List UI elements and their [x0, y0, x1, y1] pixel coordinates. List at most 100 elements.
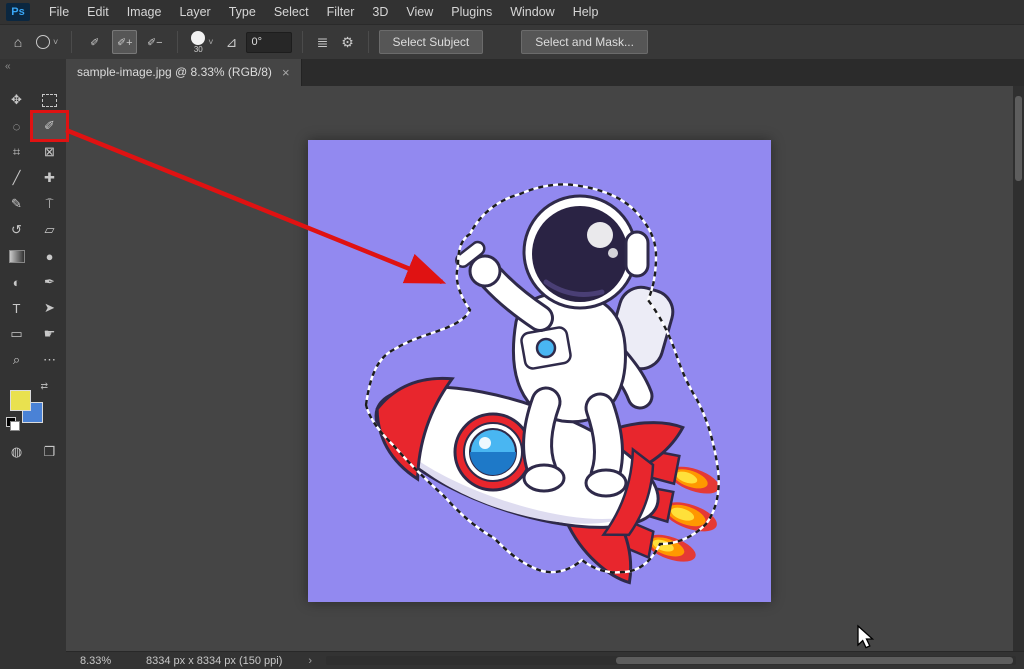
horizontal-scrollbar[interactable]	[326, 656, 1016, 665]
menu-window[interactable]: Window	[501, 0, 563, 24]
eyedropper-icon: ╱	[13, 170, 21, 186]
sample-all-layers-icon[interactable]: ≣	[313, 34, 333, 51]
tool-blur[interactable]: ●	[33, 243, 66, 269]
photoshop-logo: Ps	[6, 3, 30, 21]
select-subject-button[interactable]: Select Subject	[379, 30, 484, 54]
status-chevron-icon[interactable]: ›	[308, 655, 312, 667]
tool-quick-mask[interactable]: ◍	[0, 439, 33, 465]
brush-angle-control: ⊿ 0°	[222, 32, 292, 53]
vertical-scrollbar-thumb[interactable]	[1015, 96, 1022, 181]
tool-preset-picker[interactable]: ˅	[33, 33, 61, 51]
foreground-color-swatch[interactable]	[10, 390, 31, 411]
marquee-icon	[42, 94, 57, 107]
horizontal-scrollbar-thumb[interactable]	[616, 657, 1013, 664]
menu-type[interactable]: Type	[220, 0, 265, 24]
canvas-artwork	[308, 140, 771, 602]
gradient-icon	[9, 250, 25, 263]
main-area: sample-image.jpg @ 8.33% (RGB/8) ×	[66, 58, 1024, 669]
tool-frame[interactable]: ⊠	[33, 139, 66, 165]
brush-size-value: 30	[194, 46, 203, 54]
tool-healing-brush[interactable]: ✚	[33, 165, 66, 191]
menu-3d[interactable]: 3D	[363, 0, 397, 24]
menu-layer[interactable]: Layer	[170, 0, 219, 24]
clone-stamp-icon: ⍑	[46, 196, 54, 212]
crop-icon: ⌗	[13, 144, 20, 160]
options-bar: ⌂ ˅ ✐ ✐+ ✐− 30 ˅ ⊿ 0° ≣ ⚙ Se	[0, 24, 1024, 59]
tool-zoom[interactable]: ⌕	[0, 347, 33, 373]
tool-pen[interactable]: ✒	[33, 269, 66, 295]
color-swatches: ⇄	[10, 387, 46, 425]
add-to-selection-button[interactable]: ✐+	[112, 30, 137, 54]
menu-help[interactable]: Help	[564, 0, 608, 24]
tool-lasso[interactable]: ◌	[0, 113, 33, 139]
swap-colors-icon[interactable]: ⇄	[40, 381, 48, 392]
brush-size-picker[interactable]: 30 ˅	[188, 29, 216, 56]
chevron-down-icon: ˅	[208, 37, 213, 47]
tool-dodge[interactable]: ◐	[0, 269, 33, 295]
document-dimensions: 8334 px x 8334 px (150 ppi)	[146, 655, 282, 667]
history-brush-icon: ↺	[11, 222, 22, 238]
screen-mode-icon: ❐	[44, 444, 56, 460]
tool-clone-stamp[interactable]: ⍑	[33, 191, 66, 217]
brush-size-preview-icon	[191, 31, 205, 45]
document-tab[interactable]: sample-image.jpg @ 8.33% (RGB/8) ×	[66, 58, 302, 86]
quick-mask-icon: ◍	[11, 444, 22, 460]
tool-crop[interactable]: ⌗	[0, 139, 33, 165]
angle-input[interactable]: 0°	[246, 32, 292, 53]
astronaut-ear-cover	[626, 232, 648, 276]
canvas-area[interactable]	[66, 86, 1024, 651]
quick-selection-icon: ✐	[44, 118, 55, 134]
zoom-level[interactable]: 8.33%	[80, 655, 132, 667]
gear-icon[interactable]: ⚙	[338, 34, 358, 51]
vertical-scrollbar[interactable]	[1013, 86, 1024, 651]
separator	[177, 31, 178, 53]
tool-history-brush[interactable]: ↺	[0, 217, 33, 243]
astronaut-boot	[524, 465, 564, 491]
pen-icon: ✒	[44, 274, 55, 290]
tool-type[interactable]: T	[0, 295, 33, 321]
tool-hand[interactable]: ☛	[33, 321, 66, 347]
menu-edit[interactable]: Edit	[78, 0, 118, 24]
dodge-icon: ◐	[13, 275, 21, 290]
move-icon: ✥	[11, 92, 22, 108]
select-and-mask-button[interactable]: Select and Mask...	[521, 30, 648, 54]
separator	[302, 31, 303, 53]
chevron-down-icon: ˅	[53, 37, 58, 47]
menu-select[interactable]: Select	[265, 0, 318, 24]
tool-gradient[interactable]	[0, 243, 33, 269]
menu-filter[interactable]: Filter	[318, 0, 364, 24]
angle-icon: ⊿	[222, 34, 242, 51]
new-selection-icon: ✐	[90, 36, 99, 49]
type-icon: T	[13, 301, 21, 316]
subtract-from-selection-icon: ✐−	[147, 36, 163, 49]
rocket-window	[455, 414, 531, 490]
tool-more-options[interactable]: ⋯	[33, 347, 66, 373]
home-icon[interactable]: ⌂	[8, 34, 28, 50]
menu-image[interactable]: Image	[118, 0, 171, 24]
tool-quick-selection[interactable]: ✐	[33, 113, 66, 139]
document-canvas[interactable]	[308, 140, 771, 602]
close-icon[interactable]: ×	[282, 65, 290, 80]
tool-eraser[interactable]: ▱	[33, 217, 66, 243]
subtract-from-selection-button[interactable]: ✐−	[142, 30, 167, 54]
tool-marquee[interactable]	[33, 87, 66, 113]
default-colors-icon[interactable]	[6, 417, 16, 427]
healing-brush-icon: ✚	[44, 170, 55, 186]
tool-eyedropper[interactable]: ╱	[0, 165, 33, 191]
collapse-panels-icon[interactable]: «	[0, 58, 66, 79]
tool-shape[interactable]: ▭	[0, 321, 33, 347]
add-to-selection-icon: ✐+	[117, 36, 133, 49]
tool-brush[interactable]: ✎	[0, 191, 33, 217]
tool-move[interactable]: ✥	[0, 87, 33, 113]
menu-plugins[interactable]: Plugins	[442, 0, 501, 24]
status-bar: 8.33% 8334 px x 8334 px (150 ppi) ›	[66, 651, 1024, 669]
tool-bar: « ✥ ◌ ✐ ⌗ ⊠ ╱ ✚ ✎ ⍑ ↺ ▱ ● ◐ ✒ T ➤ ▭	[0, 58, 66, 669]
eraser-icon: ▱	[45, 222, 55, 238]
workspace: « ✥ ◌ ✐ ⌗ ⊠ ╱ ✚ ✎ ⍑ ↺ ▱ ● ◐ ✒ T ➤ ▭	[0, 58, 1024, 669]
separator	[368, 31, 369, 53]
new-selection-button[interactable]: ✐	[82, 30, 107, 54]
tool-path-select[interactable]: ➤	[33, 295, 66, 321]
menu-view[interactable]: View	[397, 0, 442, 24]
tool-screen-mode[interactable]: ❐	[33, 439, 66, 465]
menu-file[interactable]: File	[40, 0, 78, 24]
